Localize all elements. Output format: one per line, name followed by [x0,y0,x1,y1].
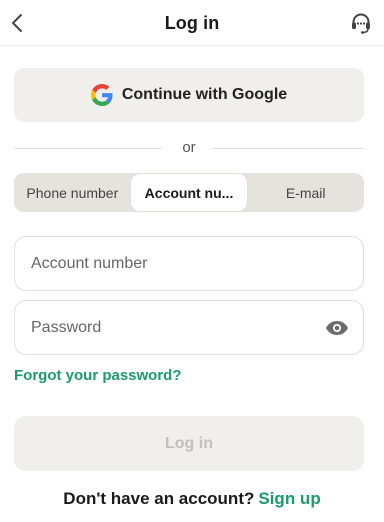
tab-account-number[interactable]: Account nu... [130,174,248,211]
account-number-input[interactable] [15,237,363,290]
header: Log in [0,0,384,46]
password-field-wrapper [14,300,364,355]
divider-line-right [212,148,364,149]
password-input[interactable] [15,301,363,354]
google-logo-icon [90,84,113,106]
page-title: Log in [164,13,220,33]
signup-prompt: Don't have an account? [63,489,255,508]
toggle-password-visibility-button[interactable] [325,318,349,338]
login-button-label: Log in [165,434,213,452]
tab-phone-number[interactable]: Phone number [14,173,131,212]
sign-up-link[interactable]: Sign up [258,489,320,508]
eye-icon [326,321,348,335]
continue-with-google-button[interactable]: Continue with Google [14,68,364,122]
or-divider: or [14,138,364,158]
forgot-password-link[interactable]: Forgot your password? [14,367,182,384]
account-number-field-wrapper [14,236,364,291]
support-button[interactable] [348,10,374,36]
google-button-label: Continue with Google [121,86,288,103]
tab-email[interactable]: E-mail [247,173,364,212]
headset-icon [352,13,370,34]
signup-row: Don't have an account? Sign up [0,489,384,509]
login-method-tabs: Phone number Account nu... E-mail [14,173,364,212]
login-button[interactable]: Log in [14,416,364,471]
